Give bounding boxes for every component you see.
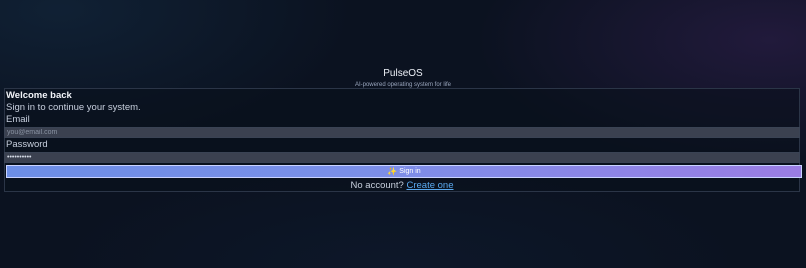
sign-in-label: Sign in — [399, 168, 421, 175]
app-name: PulseOS — [383, 68, 423, 79]
sparkle-icon: ✨ — [387, 166, 398, 176]
password-label: Password — [6, 139, 48, 150]
login-card: Welcome back Sign in to continue your sy… — [4, 88, 802, 192]
no-account-text: No account? — [350, 180, 404, 191]
login-title: Welcome back — [6, 90, 72, 101]
create-account-link[interactable]: Create one — [406, 180, 453, 191]
email-label: Email — [6, 114, 30, 125]
sign-in-button[interactable]: ✨ Sign in — [6, 165, 802, 178]
email-field[interactable] — [4, 127, 800, 138]
password-field[interactable] — [4, 152, 800, 163]
signup-prompt: No account? Create one — [5, 179, 799, 192]
brand-header: PulseOS AI-powered operating system for … — [0, 68, 806, 89]
login-subtitle: Sign in to continue your system. — [6, 102, 141, 113]
